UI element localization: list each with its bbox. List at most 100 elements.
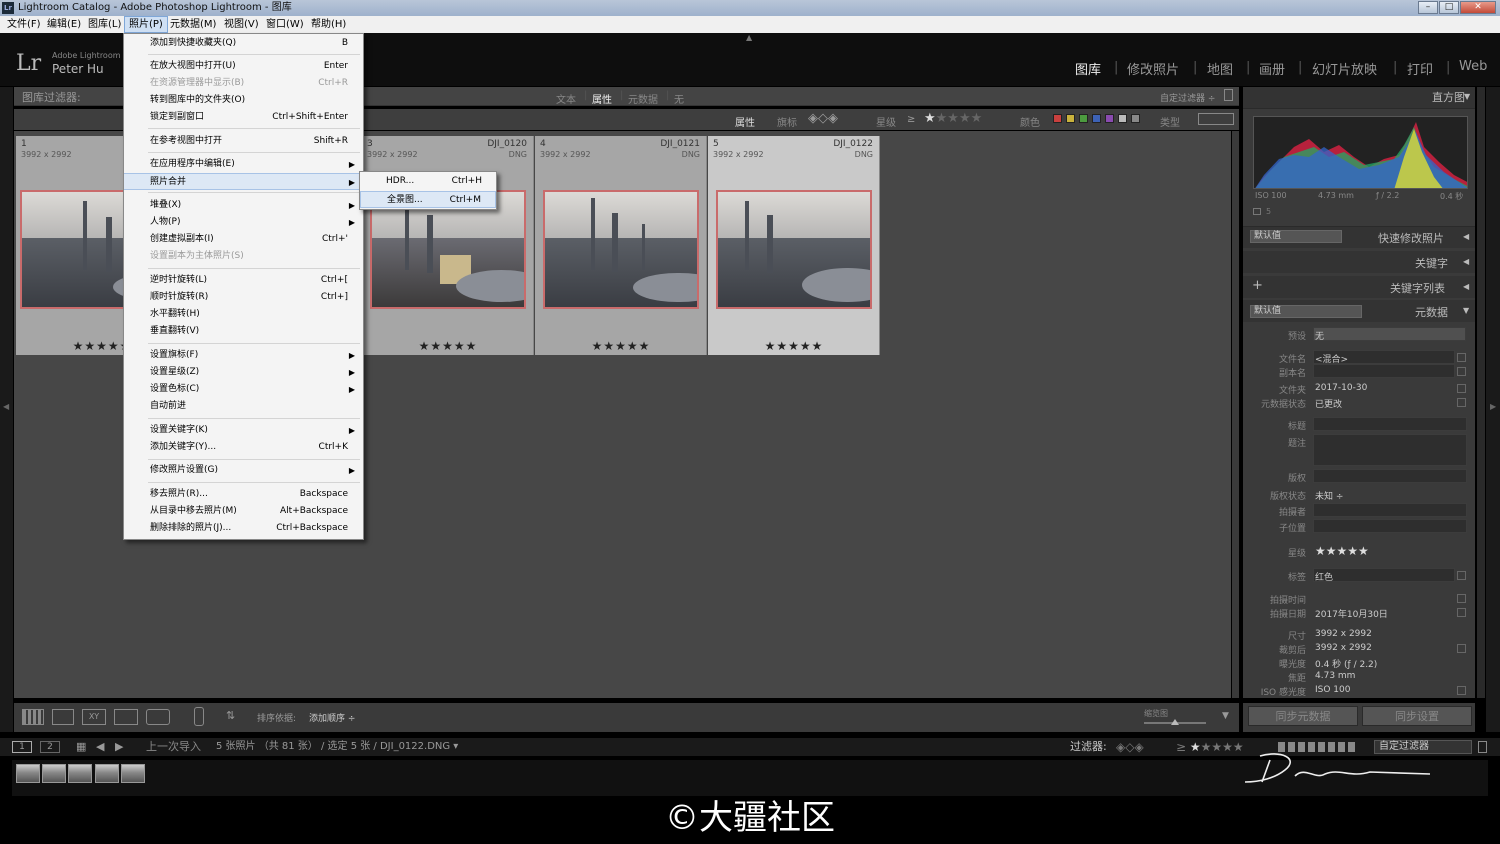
filmstrip-thumbnail[interactable]: [16, 764, 40, 783]
color-filter-red[interactable]: [1053, 114, 1062, 123]
filmstrip-thumbnail[interactable]: [42, 764, 66, 783]
sort-direction-icon[interactable]: ⇅: [226, 709, 235, 722]
filmstrip-thumbnail[interactable]: [68, 764, 92, 783]
grid-view-icon[interactable]: [22, 709, 44, 725]
compare-view-icon[interactable]: XY: [82, 709, 106, 725]
menu-delete-rejected[interactable]: 删除排除的照片(J)... Ctrl+Backspace: [124, 520, 363, 537]
menu-set-rating[interactable]: 设置星级(Z) ▶: [124, 364, 363, 381]
expand-left-icon[interactable]: ◀: [3, 402, 9, 411]
meta-label-field[interactable]: [1313, 568, 1455, 582]
menu-set-keyword[interactable]: 设置关键字(K) ▶: [124, 422, 363, 439]
slider-handle-icon[interactable]: [1171, 719, 1179, 725]
sync-settings-button[interactable]: 同步设置: [1362, 706, 1472, 726]
filmstrip-thumbnail[interactable]: [95, 764, 119, 783]
meta-action-icon[interactable]: [1457, 686, 1466, 695]
kind-filter-icons[interactable]: [1198, 113, 1234, 125]
source-label[interactable]: 上一次导入: [146, 738, 201, 756]
module-library[interactable]: 图库: [1075, 59, 1101, 78]
meta-action-icon[interactable]: [1457, 608, 1466, 617]
filmstrip-flag-filter[interactable]: ◈◇◈: [1116, 738, 1144, 756]
meta-action-icon[interactable]: [1457, 571, 1466, 580]
expand-icon[interactable]: ◀: [1463, 257, 1469, 266]
menu-people[interactable]: 人物(P) ▶: [124, 214, 363, 231]
menu-file[interactable]: 文件(F): [3, 16, 45, 33]
cell-rating[interactable]: ★★★★★: [708, 339, 880, 353]
module-develop[interactable]: 修改照片: [1127, 59, 1179, 78]
module-slideshow[interactable]: 幻灯片放映: [1312, 59, 1377, 78]
menu-lock-secondary[interactable]: 锁定到副窗口 Ctrl+Shift+Enter: [124, 109, 363, 126]
menu-add-keywords[interactable]: 添加关键字(Y)... Ctrl+K: [124, 439, 363, 456]
forward-arrow-icon[interactable]: ▶: [115, 738, 123, 756]
meta-caption-field[interactable]: [1313, 434, 1467, 466]
menu-develop-settings[interactable]: 修改照片设置(G) ▶: [124, 462, 363, 479]
grid-cell[interactable]: 5 3992 x 2992 DJI_0122 DNG ★★★★★: [708, 136, 880, 355]
module-map[interactable]: 地图: [1207, 59, 1233, 78]
color-filter-none[interactable]: [1131, 114, 1140, 123]
crop-tool-icon[interactable]: [1253, 208, 1261, 215]
grid-cell[interactable]: 4 3992 x 2992 DJI_0121 DNG ★★★★★: [535, 136, 707, 355]
menu-remove-from-catalog[interactable]: 从目录中移去照片(M) Alt+Backspace: [124, 503, 363, 520]
expand-right-icon[interactable]: ▶: [1490, 402, 1496, 411]
flag-filter-icons[interactable]: ◈◇◈: [808, 111, 838, 126]
menu-metadata[interactable]: 元数据(M): [166, 16, 220, 33]
people-view-icon[interactable]: [146, 709, 170, 725]
filter-tab-none[interactable]: 无: [674, 91, 684, 106]
menu-view[interactable]: 视图(V): [220, 16, 263, 33]
menu-add-quick-collection[interactable]: 添加到快捷收藏夹(Q) B: [124, 35, 363, 52]
sync-metadata-button[interactable]: 同步元数据: [1248, 706, 1358, 726]
color-filter-purple[interactable]: [1105, 114, 1114, 123]
close-icon[interactable]: ✕: [1460, 1, 1496, 14]
meta-action-icon[interactable]: [1457, 594, 1466, 603]
custom-filter-select[interactable]: 自定过滤器 ÷: [1160, 91, 1215, 104]
rating-operator[interactable]: ≥: [907, 114, 915, 125]
color-filter-yellow[interactable]: [1066, 114, 1075, 123]
meta-action-icon[interactable]: [1457, 353, 1466, 362]
meta-copyname-field[interactable]: [1313, 364, 1455, 378]
cell-rating[interactable]: ★★★★★: [535, 339, 707, 353]
color-filter-green[interactable]: [1079, 114, 1088, 123]
photo-thumbnail[interactable]: [543, 190, 699, 309]
metadata-preset-select[interactable]: 默认值: [1250, 305, 1362, 318]
menu-remove-photo[interactable]: 移去照片(R)... Backspace: [124, 486, 363, 503]
menu-go-to-folder[interactable]: 转到图库中的文件夹(O): [124, 92, 363, 109]
filter-tab-attribute[interactable]: 属性: [592, 91, 612, 106]
filter-tab-text[interactable]: 文本: [556, 91, 576, 106]
menu-rotate-right[interactable]: 顺时针旋转(R) Ctrl+]: [124, 289, 363, 306]
selection-summary[interactable]: 5 张照片 （共 81 张） / 选定 5 张 / DJI_0122.DNG ▾: [216, 738, 458, 756]
menu-auto-advance[interactable]: 自动前进: [124, 398, 363, 415]
meta-copyright-field[interactable]: [1313, 469, 1467, 483]
sort-select[interactable]: 添加顺序 ÷: [309, 711, 355, 724]
panel-collapse-icon[interactable]: ▼: [1464, 92, 1470, 101]
maximize-icon[interactable]: □: [1439, 1, 1459, 14]
back-arrow-icon[interactable]: ◀: [96, 738, 104, 756]
loupe-view-icon[interactable]: [52, 709, 74, 725]
menu-set-flag[interactable]: 设置旗标(F) ▶: [124, 347, 363, 364]
meta-title-field[interactable]: [1313, 417, 1467, 431]
meta-action-icon[interactable]: [1457, 367, 1466, 376]
rating-filter-stars[interactable]: ★★★★★: [924, 111, 982, 126]
meta-preset-field[interactable]: [1313, 327, 1466, 341]
menu-open-reference[interactable]: 在参考视图中打开 Shift+R: [124, 133, 363, 150]
meta-action-icon[interactable]: [1457, 644, 1466, 653]
menu-rotate-left[interactable]: 逆时针旋转(L) Ctrl+[: [124, 272, 363, 289]
menu-panorama[interactable]: 全景图... Ctrl+M: [360, 191, 496, 208]
menu-open-loupe[interactable]: 在放大视图中打开(U) Enter: [124, 58, 363, 75]
grid-scrollbar[interactable]: [1232, 131, 1239, 698]
photo-thumbnail[interactable]: [716, 190, 872, 309]
module-book[interactable]: 画册: [1259, 59, 1285, 78]
cell-rating[interactable]: ★★★★★: [362, 339, 534, 353]
meta-sublocation-field[interactable]: [1313, 519, 1467, 533]
meta-creator-field[interactable]: [1313, 503, 1467, 517]
filmstrip-rating-filter[interactable]: ≥ ★★★★★: [1176, 738, 1244, 756]
menu-library[interactable]: 图库(L): [84, 16, 125, 33]
menu-window[interactable]: 窗口(W): [262, 16, 308, 33]
meta-action-icon[interactable]: [1457, 384, 1466, 393]
expand-icon[interactable]: ◀: [1463, 282, 1469, 291]
grid-cell[interactable]: 3 3992 x 2992 DJI_0120 DNG ★★★★★: [362, 136, 534, 355]
menu-set-color-label[interactable]: 设置色标(C) ▶: [124, 381, 363, 398]
collapse-top-icon[interactable]: ▲: [746, 33, 752, 42]
menu-edit-in[interactable]: 在应用程序中编辑(E) ▶: [124, 156, 363, 173]
menu-flip-horizontal[interactable]: 水平翻转(H): [124, 306, 363, 323]
meta-action-icon[interactable]: [1457, 398, 1466, 407]
filter-tab-metadata[interactable]: 元数据: [628, 91, 658, 106]
